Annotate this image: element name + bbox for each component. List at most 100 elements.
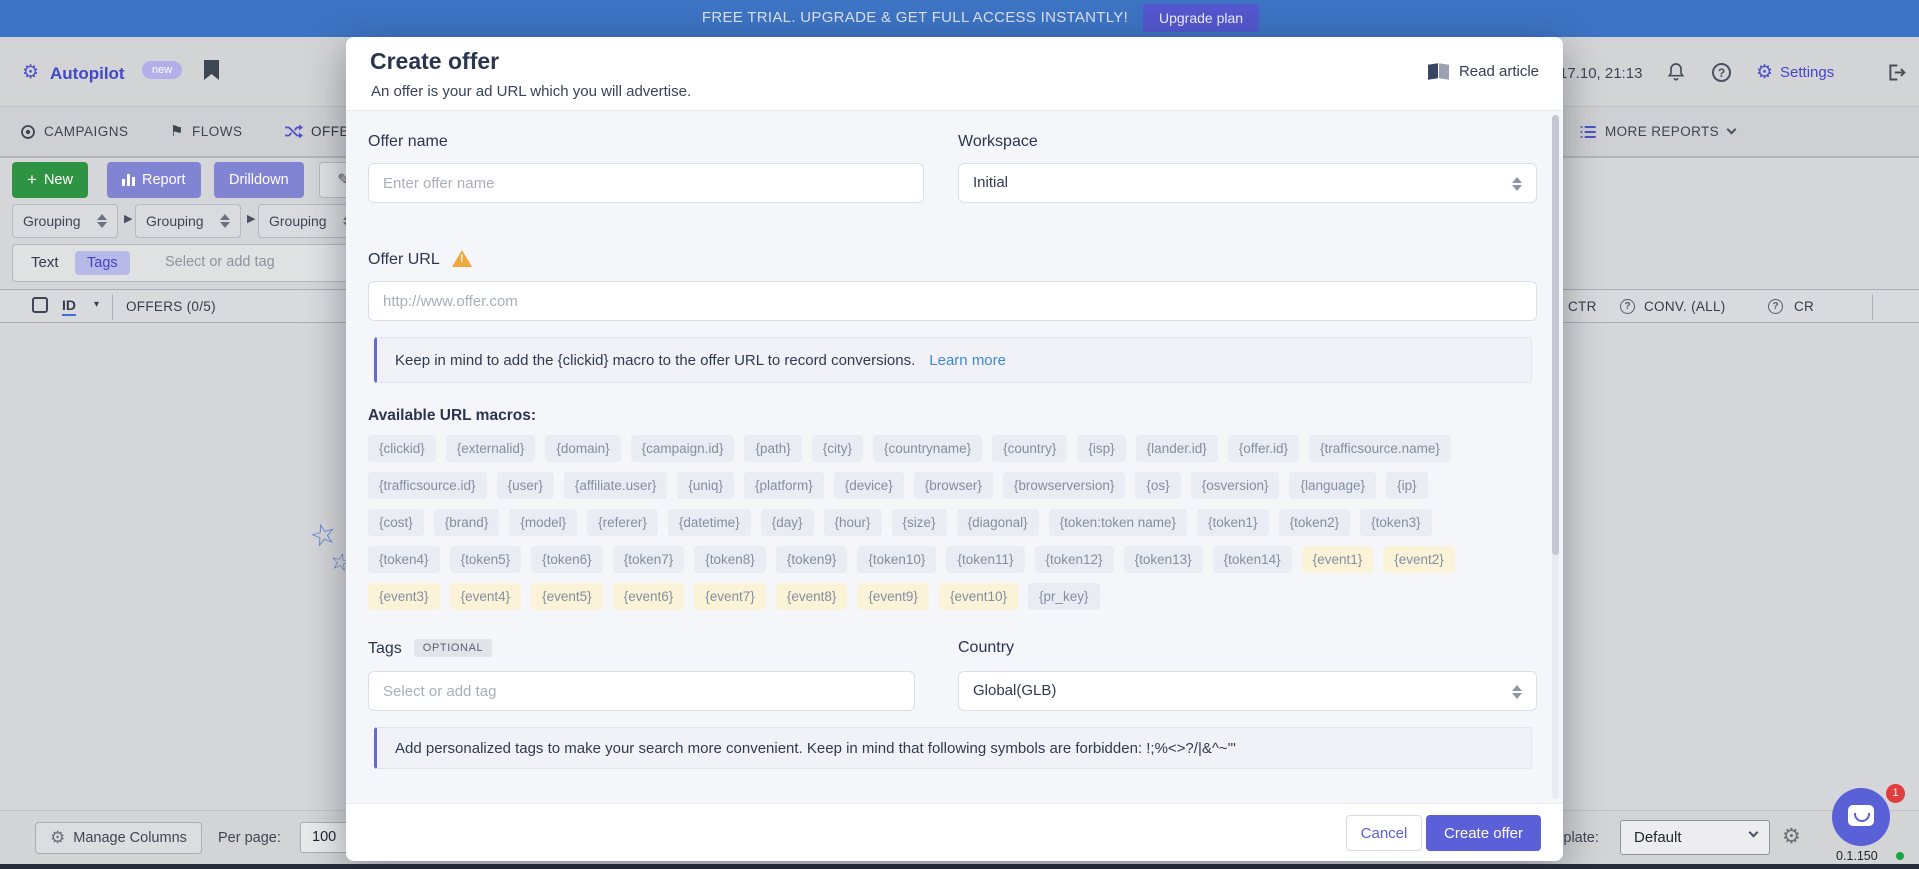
upgrade-plan-button[interactable]: Upgrade plan bbox=[1143, 4, 1259, 32]
macro-chip[interactable]: {lander.id} bbox=[1136, 435, 1218, 462]
info-icon[interactable] bbox=[1620, 299, 1635, 314]
tags-input[interactable] bbox=[368, 671, 915, 711]
macro-chip[interactable]: {event1} bbox=[1302, 546, 1374, 573]
offers-column-header[interactable]: OFFERS (0/5) bbox=[126, 299, 216, 314]
more-reports-button[interactable]: MORE REPORTS bbox=[1580, 107, 1735, 156]
macro-chip[interactable]: {city} bbox=[812, 435, 863, 462]
macro-chip[interactable]: {event6} bbox=[613, 583, 685, 610]
macro-chip[interactable]: {event8} bbox=[776, 583, 848, 610]
bell-icon[interactable] bbox=[1666, 61, 1686, 87]
ctr-column-header[interactable]: CTR bbox=[1568, 299, 1597, 314]
macro-chip[interactable]: {event3} bbox=[368, 583, 440, 610]
macro-chip[interactable]: {token9} bbox=[776, 546, 848, 573]
macro-chip[interactable]: {token12} bbox=[1035, 546, 1114, 573]
macro-chip[interactable]: {user} bbox=[497, 472, 554, 499]
macro-chip[interactable]: {token2} bbox=[1279, 509, 1351, 536]
macro-chip[interactable]: {campaign.id} bbox=[631, 435, 735, 462]
tab-flows[interactable]: ⚑ FLOWS bbox=[170, 107, 242, 156]
info-icon[interactable] bbox=[1768, 299, 1783, 314]
cr-column-header[interactable]: CR bbox=[1794, 299, 1814, 314]
macro-chip[interactable]: {datetime} bbox=[668, 509, 751, 536]
cancel-button[interactable]: Cancel bbox=[1346, 815, 1422, 851]
macro-chip[interactable]: {token14} bbox=[1213, 546, 1292, 573]
macro-chip[interactable]: {brand} bbox=[434, 509, 500, 536]
read-article-link[interactable]: Read article bbox=[1428, 63, 1539, 80]
learn-more-link[interactable]: Learn more bbox=[929, 352, 1006, 369]
macro-chip[interactable]: {browserversion} bbox=[1003, 472, 1126, 499]
macro-chip[interactable]: {uniq} bbox=[677, 472, 734, 499]
workspace-select[interactable]: Initial bbox=[958, 163, 1537, 203]
settings-button[interactable]: ⚙ Settings bbox=[1756, 63, 1834, 82]
offer-name-input[interactable] bbox=[368, 163, 924, 203]
macro-chip[interactable]: {platform} bbox=[744, 472, 824, 499]
autopilot-link[interactable]: Autopilot bbox=[50, 64, 125, 84]
chat-widget-button[interactable] bbox=[1832, 788, 1890, 846]
macro-chip[interactable]: {offer.id} bbox=[1228, 435, 1299, 462]
macro-chip[interactable]: {domain} bbox=[545, 435, 620, 462]
macro-chip[interactable]: {externalid} bbox=[446, 435, 536, 462]
macro-chip[interactable]: {device} bbox=[834, 472, 904, 499]
filter-mode-tags[interactable]: Tags bbox=[75, 251, 130, 275]
macro-chip[interactable]: {browser} bbox=[914, 472, 993, 499]
macro-chip[interactable]: {referer} bbox=[587, 509, 658, 536]
select-all-checkbox[interactable] bbox=[32, 297, 48, 313]
macro-chip[interactable]: {event4} bbox=[450, 583, 522, 610]
macro-chip[interactable]: {ip} bbox=[1386, 472, 1428, 499]
manage-columns-button[interactable]: ⚙ Manage Columns bbox=[35, 822, 202, 854]
macro-chip[interactable]: {countryname} bbox=[873, 435, 982, 462]
macro-chip[interactable]: {token3} bbox=[1360, 509, 1432, 536]
new-button[interactable]: New bbox=[12, 162, 88, 198]
macro-chip[interactable]: {event7} bbox=[694, 583, 766, 610]
macro-chip[interactable]: {affiliate.user} bbox=[564, 472, 668, 499]
help-icon[interactable] bbox=[1712, 63, 1731, 82]
macro-chip[interactable]: {day} bbox=[761, 509, 814, 536]
tag-filter-input[interactable]: Select or add tag bbox=[165, 254, 275, 270]
macro-chip[interactable]: {diagonal} bbox=[957, 509, 1039, 536]
template-select[interactable]: Default bbox=[1620, 820, 1770, 855]
scrollbar-thumb[interactable] bbox=[1552, 115, 1559, 555]
macro-chip[interactable]: {trafficsource.name} bbox=[1309, 435, 1451, 462]
macro-chip[interactable]: {os} bbox=[1135, 472, 1180, 499]
macro-chip[interactable]: {event9} bbox=[857, 583, 929, 610]
macro-chip[interactable]: {cost} bbox=[368, 509, 424, 536]
report-button[interactable]: Report bbox=[107, 162, 201, 198]
macro-chip[interactable]: {token:token name} bbox=[1049, 509, 1187, 536]
modal-scrollbar[interactable] bbox=[1552, 115, 1559, 799]
macro-chip[interactable]: {token6} bbox=[531, 546, 603, 573]
macro-chip[interactable]: {osversion} bbox=[1191, 472, 1280, 499]
grouping-select-1[interactable]: Grouping bbox=[12, 204, 118, 238]
country-select[interactable]: Global(GLB) bbox=[958, 671, 1537, 711]
create-offer-button[interactable]: Create offer bbox=[1426, 815, 1541, 851]
conv-column-header[interactable]: CONV. (ALL) bbox=[1644, 299, 1726, 314]
macro-chip[interactable]: {model} bbox=[509, 509, 577, 536]
macro-chip[interactable]: {token13} bbox=[1124, 546, 1203, 573]
macro-chip[interactable]: {token4} bbox=[368, 546, 440, 573]
grouping-select-2[interactable]: Grouping bbox=[135, 204, 241, 238]
macro-chip[interactable]: {hour} bbox=[824, 509, 882, 536]
macro-chip[interactable]: {token5} bbox=[450, 546, 522, 573]
template-settings-icon[interactable]: ⚙ bbox=[1782, 824, 1801, 849]
macro-chip[interactable]: {event5} bbox=[531, 583, 603, 610]
tab-campaigns[interactable]: CAMPAIGNS bbox=[20, 107, 129, 156]
macro-chip[interactable]: {clickid} bbox=[368, 435, 436, 462]
macro-chip[interactable]: {isp} bbox=[1077, 435, 1125, 462]
macro-chip[interactable]: {token8} bbox=[694, 546, 766, 573]
offer-url-input[interactable] bbox=[368, 281, 1537, 321]
macro-chip[interactable]: {event2} bbox=[1383, 546, 1455, 573]
macro-chip[interactable]: {language} bbox=[1289, 472, 1376, 499]
macro-chip[interactable]: {size} bbox=[892, 509, 947, 536]
logout-icon[interactable] bbox=[1886, 62, 1907, 88]
filter-mode-text[interactable]: Text bbox=[31, 254, 59, 271]
macro-chip[interactable]: {pr_key} bbox=[1028, 583, 1100, 610]
macro-chip[interactable]: {path} bbox=[744, 435, 801, 462]
macro-chip[interactable]: {token11} bbox=[946, 546, 1024, 573]
macro-chip[interactable]: {trafficsource.id} bbox=[368, 472, 487, 499]
macro-chip[interactable]: {token7} bbox=[613, 546, 685, 573]
id-column-header[interactable]: ID bbox=[62, 297, 76, 316]
macro-chip[interactable]: {token1} bbox=[1197, 509, 1269, 536]
macro-chip[interactable]: {country} bbox=[992, 435, 1067, 462]
drilldown-button[interactable]: Drilldown bbox=[214, 162, 304, 198]
bookmark-icon[interactable] bbox=[204, 60, 219, 80]
macro-chip[interactable]: {token10} bbox=[857, 546, 936, 573]
macro-chip[interactable]: {event10} bbox=[939, 583, 1018, 610]
